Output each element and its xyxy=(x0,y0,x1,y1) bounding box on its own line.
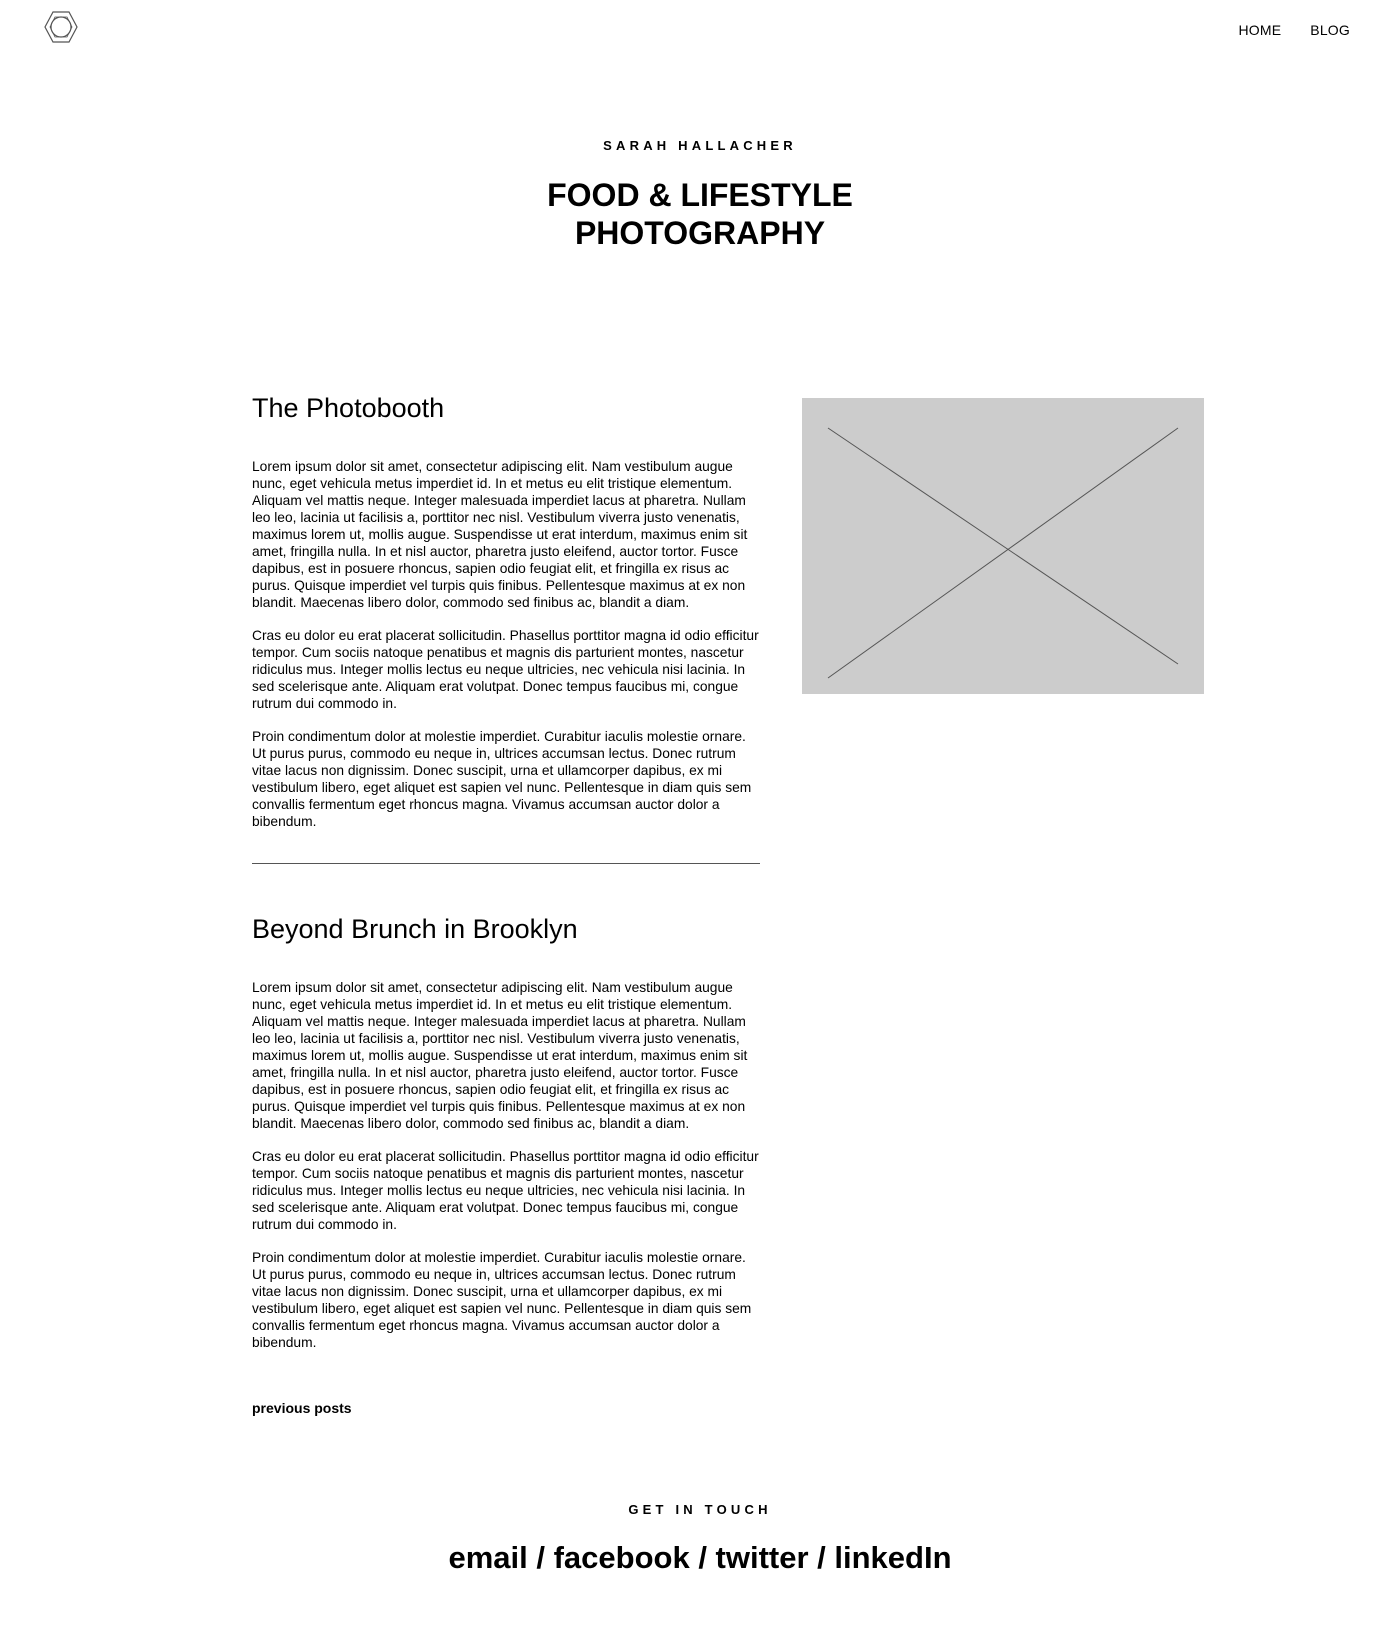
post-paragraph: Cras eu dolor eu erat placerat sollicitu… xyxy=(252,628,759,711)
previous-posts-link[interactable]: previous posts xyxy=(252,1400,352,1416)
page-title-line-1: FOOD & LIFESTYLE xyxy=(547,177,853,213)
image-placeholder-icon xyxy=(827,427,1179,679)
site-header: HOME BLOG xyxy=(0,0,1400,60)
page-title: FOOD & LIFESTYLE PHOTOGRAPHY xyxy=(500,176,900,252)
facebook-link[interactable]: facebook xyxy=(554,1540,690,1575)
site-footer: GET IN TOUCH email / facebook / twitter … xyxy=(0,1502,1400,1576)
page-title-line-2: PHOTOGRAPHY xyxy=(574,215,826,251)
linkedin-link[interactable]: linkedIn xyxy=(834,1540,951,1575)
nav-home-link[interactable]: HOME xyxy=(1238,22,1281,38)
link-separator: / xyxy=(808,1540,835,1575)
post-paragraph: Cras eu dolor eu erat placerat sollicitu… xyxy=(252,1149,759,1232)
post-paragraph: Proin condimentum dolor at molestie impe… xyxy=(252,1250,752,1350)
post-paragraph: Lorem ipsum dolor sit amet, consectetur … xyxy=(252,980,748,1131)
get-in-touch-label: GET IN TOUCH xyxy=(628,1502,772,1517)
hero-section: SARAH HALLACHER FOOD & LIFESTYLE PHOTOGR… xyxy=(0,138,1400,252)
post-image-placeholder[interactable] xyxy=(802,398,1204,694)
main-nav: HOME BLOG xyxy=(1238,22,1400,38)
blog-post: The Photobooth Lorem ipsum dolor sit ame… xyxy=(252,392,760,846)
post-title[interactable]: The Photobooth xyxy=(252,392,760,424)
link-separator: / xyxy=(527,1540,554,1575)
post-paragraph: Proin condimentum dolor at molestie impe… xyxy=(252,729,752,829)
email-link[interactable]: email xyxy=(448,1540,527,1575)
link-separator: / xyxy=(689,1540,716,1575)
nav-blog-link[interactable]: BLOG xyxy=(1310,22,1350,38)
post-paragraph: Lorem ipsum dolor sit amet, consectetur … xyxy=(252,459,748,610)
post-divider xyxy=(252,863,760,864)
photographer-name: SARAH HALLACHER xyxy=(603,138,797,153)
post-title[interactable]: Beyond Brunch in Brooklyn xyxy=(252,913,760,945)
blog-post: Beyond Brunch in Brooklyn Lorem ipsum do… xyxy=(252,913,760,1367)
aperture-hexagon-icon[interactable] xyxy=(44,11,78,43)
twitter-link[interactable]: twitter xyxy=(716,1540,809,1575)
social-links: email / facebook / twitter / linkedIn xyxy=(0,1540,1400,1576)
